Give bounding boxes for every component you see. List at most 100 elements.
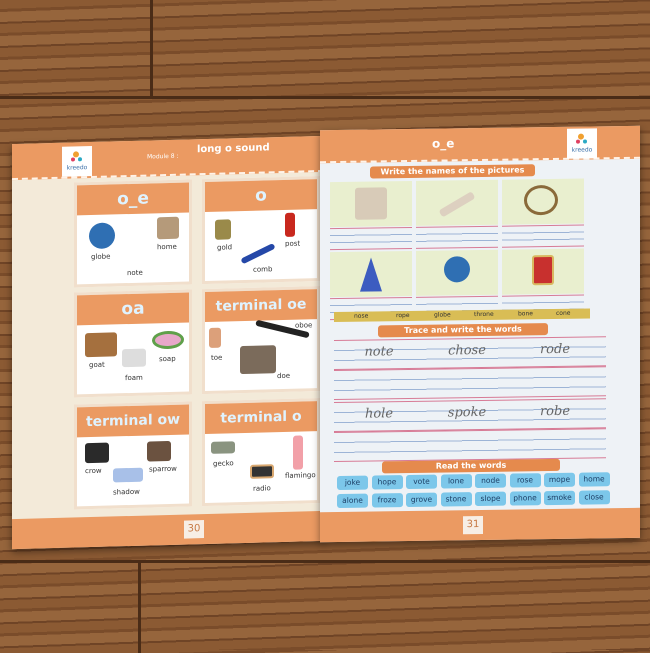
word-bank-item: cone	[556, 309, 571, 317]
word: globe	[91, 252, 111, 262]
card-heading: o	[205, 179, 317, 213]
nose-picture	[330, 180, 412, 228]
word: sparrow	[149, 464, 177, 474]
word: doe	[277, 371, 291, 381]
card-heading: terminal ow	[77, 404, 189, 438]
radio-picture	[250, 464, 274, 479]
word: gold	[217, 243, 233, 252]
read-word-chip: grove	[406, 492, 437, 508]
word: comb	[253, 265, 273, 274]
trace-row[interactable]: hole spoke robe	[334, 398, 606, 433]
word: soap	[159, 354, 176, 364]
section-heading: Read the words	[382, 458, 560, 474]
house-picture	[157, 216, 179, 240]
word: gecko	[213, 459, 234, 468]
foam-picture	[122, 348, 146, 368]
read-word-chip: vote	[406, 474, 437, 490]
trace-word: spoke	[447, 404, 487, 421]
read-word-chip: hope	[371, 475, 403, 490]
word: goat	[89, 360, 105, 370]
read-word-chip: slope	[475, 491, 506, 507]
word: crow	[85, 466, 102, 476]
section-heading: Write the names of the pictures	[370, 164, 535, 179]
page-header: o_e kreedo	[320, 125, 640, 164]
postbox-picture	[285, 212, 295, 237]
module-label: Module 8 :	[147, 152, 179, 161]
writing-row[interactable]	[334, 366, 606, 401]
gold-picture	[215, 219, 231, 240]
writing-line[interactable]	[416, 225, 498, 249]
page-title: long o sound	[197, 142, 270, 156]
section-heading: Trace and write the words	[378, 323, 548, 338]
throne-picture	[502, 248, 584, 295]
comb-picture	[240, 242, 276, 265]
writing-line[interactable]	[330, 226, 412, 251]
read-word-chip: close	[578, 490, 610, 505]
word: oboe	[295, 321, 313, 330]
word: foam	[125, 373, 143, 383]
goat-picture	[85, 332, 117, 358]
floor-seam	[150, 0, 153, 96]
page-title: o_e	[432, 136, 455, 151]
word-bank: nose rope globe throne bone cone	[334, 308, 590, 323]
cone-picture	[330, 250, 412, 298]
word: flamingo	[285, 471, 316, 480]
word: home	[157, 242, 177, 252]
word-bank-item: throne	[474, 310, 494, 319]
floor-seam	[138, 563, 141, 653]
soap-picture	[152, 330, 184, 350]
page-header: kreedo Module 8 : long o sound	[12, 135, 324, 181]
card-heading: terminal oe	[205, 289, 317, 323]
kreedo-logo: kreedo	[62, 145, 92, 177]
trace-word: note	[364, 344, 394, 360]
deer-picture	[240, 345, 276, 375]
card-o: o gold post comb	[202, 176, 320, 285]
globe-picture	[416, 249, 498, 296]
trace-word: rode	[539, 341, 571, 358]
writing-row[interactable]	[334, 428, 606, 463]
left-page: kreedo Module 8 : long o sound o_e globe…	[12, 135, 324, 550]
globe-picture	[89, 222, 115, 250]
trace-word: robe	[539, 403, 571, 420]
read-word-chip: rose	[509, 473, 541, 488]
word-bank-item: bone	[518, 310, 533, 318]
read-word-chip: joke	[337, 475, 368, 490]
toe-picture	[209, 327, 221, 348]
card-oa: oa goat soap foam	[74, 289, 192, 398]
kreedo-logo: kreedo	[567, 128, 597, 159]
bone-picture	[416, 179, 498, 226]
trace-word: hole	[364, 406, 394, 422]
card-heading: o_e	[77, 182, 189, 216]
floor-seam	[0, 96, 650, 99]
word: note	[127, 268, 143, 278]
word: shadow	[113, 487, 140, 497]
floor-seam	[0, 560, 650, 563]
right-page: o_e kreedo Write the names of the pictur…	[320, 125, 640, 543]
flamingo-picture	[293, 435, 303, 470]
shadow-picture	[113, 467, 143, 483]
word: post	[285, 239, 301, 248]
read-word-chip: smoke	[544, 490, 575, 506]
card-terminal-o: terminal o gecko flamingo radio	[202, 398, 320, 507]
read-word-chip: stone	[440, 492, 472, 507]
crow-picture	[85, 442, 109, 464]
read-word-chip: alone	[337, 493, 368, 508]
trace-word: chose	[448, 342, 486, 359]
card-heading: terminal o	[205, 401, 317, 435]
page-number: 30	[184, 520, 204, 539]
sparrow-picture	[147, 440, 171, 462]
card-terminal-oe: terminal oe oboe toe doe	[202, 286, 320, 395]
card-heading: oa	[77, 292, 189, 326]
word-bank-item: nose	[354, 312, 369, 320]
read-word-chip: froze	[371, 493, 403, 508]
card-terminal-ow: terminal ow crow sparrow shadow	[74, 401, 192, 510]
writing-line[interactable]	[502, 224, 584, 248]
page-footer: 30	[12, 510, 324, 550]
trace-row[interactable]: note chose rode	[334, 336, 606, 371]
word-bank-item: rope	[396, 311, 410, 320]
word-bank-item: globe	[434, 311, 451, 319]
read-word-chip: mope	[544, 472, 575, 488]
gecko-picture	[211, 441, 235, 454]
page-number: 31	[463, 515, 483, 535]
word: radio	[253, 484, 271, 493]
